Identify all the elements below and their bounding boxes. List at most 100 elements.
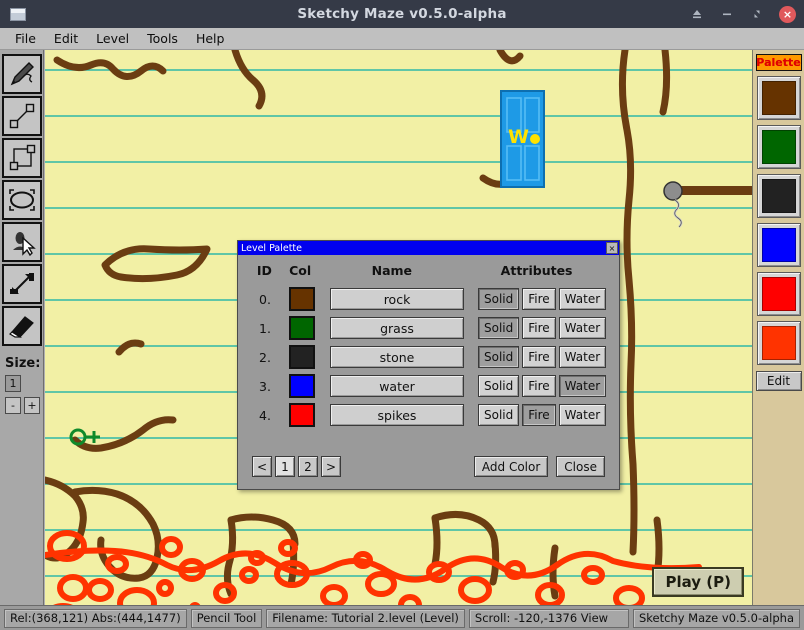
row-attr-water[interactable]: Water (558, 346, 607, 368)
row-attr-fire[interactable]: Fire (522, 346, 556, 368)
ellipse-tool[interactable] (1, 180, 42, 220)
row-id: 2. (259, 349, 271, 365)
minimize-button[interactable] (719, 6, 735, 22)
palette-swatch-grass[interactable] (756, 125, 801, 169)
palette-header: Palette (755, 54, 802, 71)
row-color-swatch[interactable] (289, 374, 315, 398)
row-attr-fire[interactable]: Fire (522, 288, 556, 310)
svg-text:W: W (508, 126, 529, 148)
table-row: 4. spikes Solid Fire Water (248, 403, 609, 427)
menu-edit[interactable]: Edit (45, 29, 87, 48)
eraser-tool[interactable] (1, 306, 42, 346)
row-color-swatch[interactable] (289, 345, 315, 369)
page-prev-button[interactable]: < (252, 456, 272, 477)
menu-help[interactable]: Help (187, 29, 234, 48)
swatch-color-water (761, 228, 796, 262)
column-header-attributes: Attributes (500, 263, 573, 278)
palette-edit-button[interactable]: Edit (755, 371, 802, 391)
link-tool[interactable] (1, 264, 42, 304)
palette-swatch-stone[interactable] (756, 174, 801, 218)
status-filename: Filename: Tutorial 2.level (Level) (266, 608, 465, 628)
row-attr-solid[interactable]: Solid (478, 404, 520, 426)
row-attr-water[interactable]: Water (558, 375, 607, 397)
menu-tools[interactable]: Tools (138, 29, 187, 48)
row-name-input[interactable]: rock (330, 288, 464, 310)
row-attr-fire[interactable]: Fire (522, 317, 556, 339)
menubar: File Edit Level Tools Help (0, 28, 804, 50)
actor-tool[interactable] (1, 222, 42, 262)
row-id: 1. (259, 320, 271, 336)
table-row: 2. stone Solid Fire Water (248, 345, 609, 369)
row-attr-water[interactable]: Water (558, 404, 607, 426)
palette-swatch-rock[interactable] (756, 76, 801, 120)
brush-size-value[interactable]: 1 (5, 375, 21, 392)
row-attr-water[interactable]: Water (558, 288, 607, 310)
window-titlebar: Sketchy Maze v0.5.0-alpha × (0, 0, 804, 28)
row-color-swatch[interactable] (289, 316, 315, 340)
shade-button[interactable] (689, 6, 705, 22)
brush-size-control: Size: 1 - + (0, 356, 43, 414)
palette-sidebar: Palette Edit (752, 50, 804, 605)
row-attr-solid[interactable]: Solid (478, 317, 520, 339)
dialog-title: Level Palette (241, 242, 302, 254)
row-id: 3. (259, 378, 271, 394)
status-scroll: Scroll: -120,-1376 View (468, 608, 629, 628)
menu-level[interactable]: Level (87, 29, 138, 48)
close-button[interactable]: × (779, 5, 796, 23)
brush-size-decrease-button[interactable]: - (5, 397, 21, 414)
status-coordinates: Rel:(368,121) Abs:(444,1477) (4, 608, 187, 628)
page-next-button[interactable]: > (321, 456, 341, 477)
row-attr-solid[interactable]: Solid (478, 288, 520, 310)
row-color-swatch[interactable] (289, 403, 315, 427)
level-palette-dialog: Level Palette × ID Col Name Attributes 0… (237, 240, 620, 490)
column-header-name: Name (371, 263, 413, 278)
window-controls: × (689, 0, 796, 28)
menu-file[interactable]: File (6, 29, 45, 48)
play-button[interactable]: Play (P) (652, 567, 744, 597)
row-name-input[interactable]: water (330, 375, 464, 397)
window-title: Sketchy Maze v0.5.0-alpha (297, 6, 507, 22)
statusbar: Rel:(368,121) Abs:(444,1477) Pencil Tool… (0, 605, 804, 630)
dialog-footer: < 1 2 > Add Color Close (238, 456, 619, 477)
swatch-color-fire (761, 326, 796, 360)
table-row: 3. water Solid Fire Water (248, 374, 609, 398)
row-attr-solid[interactable]: Solid (478, 346, 520, 368)
row-attr-fire[interactable]: Fire (522, 404, 556, 426)
column-header-col: Col (289, 263, 312, 278)
page-2-button[interactable]: 2 (298, 456, 318, 477)
pencil-tool[interactable] (1, 54, 42, 94)
row-name-input[interactable]: stone (330, 346, 464, 368)
palette-swatch-fire[interactable] (756, 321, 801, 365)
row-attr-solid[interactable]: Solid (478, 375, 520, 397)
page-1-button[interactable]: 1 (275, 456, 295, 477)
dialog-close-icon[interactable]: × (606, 242, 618, 254)
brush-size-increase-button[interactable]: + (24, 397, 40, 414)
row-color-swatch[interactable] (289, 287, 315, 311)
brush-size-label: Size: (5, 356, 41, 371)
row-name-input[interactable]: grass (330, 317, 464, 339)
blue-door: W (500, 90, 545, 188)
dialog-column-headers: ID Col Name Attributes (248, 263, 609, 278)
row-name-input[interactable]: spikes (330, 404, 464, 426)
close-dialog-button[interactable]: Close (556, 456, 605, 477)
workspace: Size: 1 - + W Play (P) Palette Edit Leve… (0, 50, 804, 605)
table-row: 1. grass Solid Fire Water (248, 316, 609, 340)
line-tool[interactable] (1, 96, 42, 136)
palette-swatch-water[interactable] (756, 223, 801, 267)
table-row: 0. rock Solid Fire Water (248, 287, 609, 311)
application-window: Sketchy Maze v0.5.0-alpha × File Edit Le… (0, 0, 804, 630)
rectangle-tool[interactable] (1, 138, 42, 178)
pagination: < 1 2 > (252, 456, 341, 477)
row-id: 4. (259, 407, 271, 423)
swatch-color-stone (761, 179, 796, 213)
swatch-color-rock (761, 81, 796, 115)
row-attr-water[interactable]: Water (558, 317, 607, 339)
dialog-titlebar[interactable]: Level Palette × (238, 241, 619, 255)
maximize-button[interactable] (749, 6, 765, 22)
column-header-id: ID (256, 263, 272, 278)
row-attr-fire[interactable]: Fire (522, 375, 556, 397)
palette-swatch-spikes[interactable] (756, 272, 801, 316)
anvil-ball (663, 181, 683, 228)
dialog-body: ID Col Name Attributes 0. rock Solid Fir… (238, 255, 619, 427)
add-color-button[interactable]: Add Color (473, 456, 549, 477)
